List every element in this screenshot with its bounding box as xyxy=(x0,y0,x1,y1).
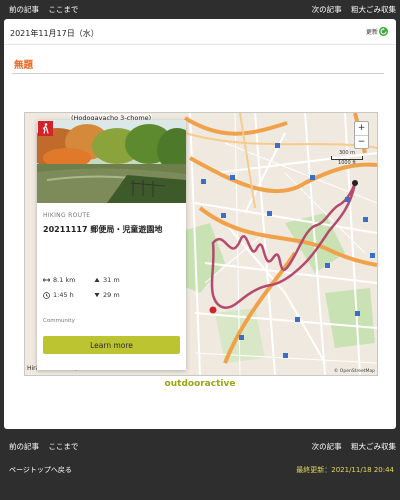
top-nav-right: 次の記事 粗大ごみ収集 xyxy=(312,4,396,15)
page-top-link[interactable]: ページトップへ戻る xyxy=(9,465,72,475)
stat-ascent: 31 m xyxy=(94,276,120,284)
zoom-controls: + − xyxy=(354,121,369,149)
update-label: 更新 xyxy=(365,29,378,36)
category-link-bottom[interactable]: 粗大ごみ収集 xyxy=(351,442,396,451)
bottom-nav-left: 前の記事 ここまで xyxy=(9,441,85,452)
descent-value: 29 m xyxy=(103,291,120,299)
title-underline xyxy=(12,73,384,74)
distance-icon xyxy=(43,278,50,282)
scale-bottom-label: 1000 ft xyxy=(338,160,356,166)
ascent-value: 31 m xyxy=(103,276,120,284)
zoom-in-button[interactable]: + xyxy=(355,122,368,136)
ascent-icon xyxy=(94,277,100,282)
top-nav: 前の記事 ここまで 次の記事 粗大ごみ収集 xyxy=(0,0,400,16)
next-post-link-bottom[interactable]: 次の記事 xyxy=(312,442,342,451)
bottom-nav-right: 次の記事 粗大ごみ収集 xyxy=(312,441,396,452)
map-scale: 300 m 1000 ft xyxy=(331,150,363,166)
post-card: 2021年11月17日（水） 更新 無題 (Hodogayacho 3-chom… xyxy=(4,19,396,429)
prev-post-link[interactable]: 前の記事 xyxy=(9,5,39,14)
zoom-out-button[interactable]: − xyxy=(355,136,368,149)
top-nav-left: 前の記事 ここまで xyxy=(9,4,85,15)
route-type: HIKING ROUTE xyxy=(43,212,91,219)
here-link-bottom[interactable]: ここまで xyxy=(48,442,78,451)
hiking-badge xyxy=(38,121,53,136)
route-name[interactable]: 20211117 郵便局・児童遊園地 xyxy=(43,224,162,235)
last-update: 最終更新：2021/11/18 20:44 xyxy=(296,466,394,474)
post-title: 無題 xyxy=(14,60,34,71)
refresh-icon xyxy=(379,27,388,36)
stat-descent: 29 m xyxy=(94,291,120,299)
stat-distance: 8.1 km xyxy=(43,276,76,284)
clock-icon xyxy=(43,291,50,299)
bottom-nav: 前の記事 ここまで 次の記事 粗大ごみ収集 xyxy=(0,437,400,453)
header-divider xyxy=(4,44,396,45)
outdooractive-embed[interactable]: (Hodogayacho 3-chome) Hirado 2-chome) + … xyxy=(24,112,378,376)
distance-value: 8.1 km xyxy=(53,276,76,284)
stat-duration: 1:45 h xyxy=(43,291,74,299)
route-photo xyxy=(37,120,186,203)
post-date: 2021年11月17日（水） xyxy=(10,29,99,38)
descent-icon xyxy=(94,293,100,298)
here-link[interactable]: ここまで xyxy=(48,5,78,14)
update-badge: 更新 xyxy=(366,27,388,36)
prev-post-link-bottom[interactable]: 前の記事 xyxy=(9,442,39,451)
category-link[interactable]: 粗大ごみ収集 xyxy=(351,5,396,14)
next-post-link[interactable]: 次の記事 xyxy=(312,5,342,14)
learn-more-button[interactable]: Learn more xyxy=(43,336,180,354)
route-source: Community xyxy=(43,318,75,324)
outdooractive-logo[interactable]: outdooractive xyxy=(4,379,396,389)
map-copyright[interactable]: © OpenStreetMap xyxy=(334,369,375,374)
hiker-icon xyxy=(42,123,49,134)
duration-value: 1:45 h xyxy=(53,291,74,299)
route-card: HIKING ROUTE 20211117 郵便局・児童遊園地 8.1 km 3… xyxy=(37,120,186,370)
